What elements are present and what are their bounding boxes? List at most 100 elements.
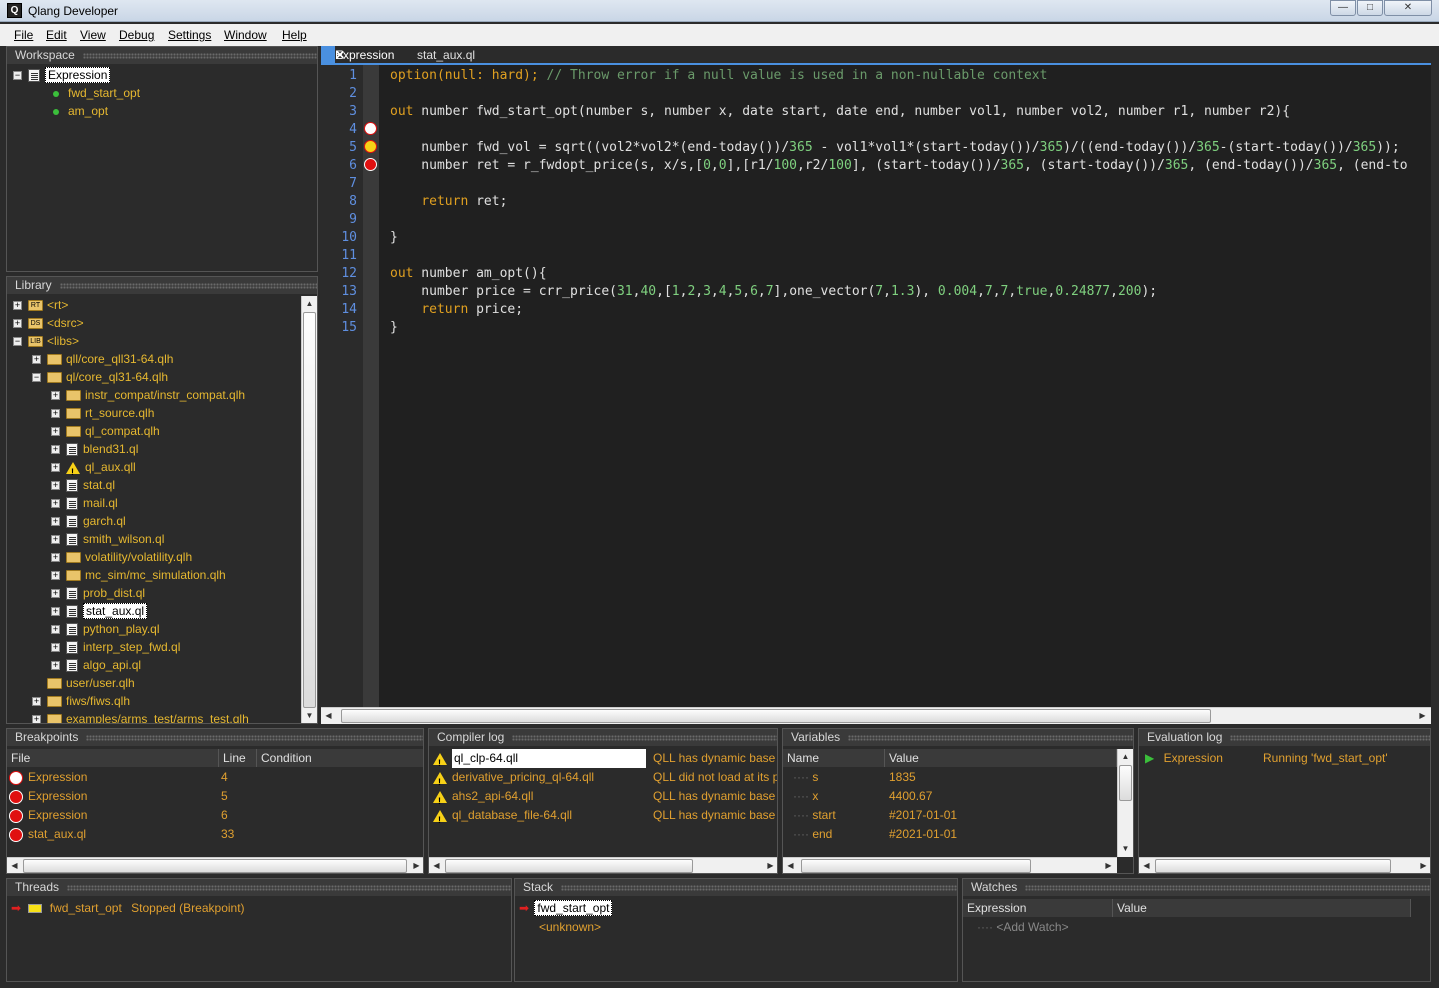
col-watch-value[interactable]: Value [1113,899,1411,917]
expand-icon[interactable]: + [51,625,60,635]
collapse-icon[interactable]: − [13,71,22,81]
library-item[interactable]: + examples/arms_test/arms_test.qlh [32,710,249,723]
scroll-left-icon[interactable]: ◀ [783,858,798,873]
library-item[interactable]: + DS <dsrc> [13,314,84,332]
library-item[interactable]: + volatility/volatility.qlh [51,548,192,566]
scroll-right-icon[interactable]: ▶ [409,858,423,873]
expand-icon[interactable]: + [51,553,60,563]
menu-debug[interactable]: Debug [119,28,154,42]
scroll-right-icon[interactable]: ▶ [763,858,777,873]
thread-row[interactable]: ➡ fwd_start_opt Stopped (Breakpoint) [11,899,245,918]
library-item[interactable]: + fiws/fiws.qlh [32,692,130,710]
library-item[interactable]: + stat_aux.ql [51,602,148,620]
breakpoint-row[interactable]: stat_aux.ql [9,825,86,844]
expand-icon[interactable]: + [51,589,60,599]
expand-icon[interactable]: + [51,481,60,491]
scroll-left-icon[interactable]: ◀ [7,858,22,873]
col-expression[interactable]: Expression [963,899,1113,917]
expand-icon[interactable]: + [51,571,60,581]
library-item[interactable]: + garch.ql [51,512,126,530]
workspace-item-fwd-start-opt[interactable]: fwd_start_opt [53,84,140,102]
expand-icon[interactable]: + [13,301,22,311]
scroll-thumb[interactable] [23,859,407,873]
library-item[interactable]: + rt_source.qlh [51,404,154,422]
library-item[interactable]: + python_play.ql [51,620,160,638]
library-item[interactable]: + qll/core_qll31-64.qlh [32,350,173,368]
menu-settings[interactable]: Settings [168,28,211,42]
breakpoints-hscrollbar[interactable]: ◀ ▶ [7,857,423,873]
menu-help[interactable]: Help [282,28,307,42]
menu-file[interactable]: File [14,28,33,42]
compiler-log-row[interactable]: ahs2_api-64.qll [433,787,533,811]
col-file[interactable]: File [7,749,219,767]
library-scrollbar[interactable]: ▲ ▼ [301,296,317,723]
tab-expression[interactable]: Expression ✕ [321,46,394,64]
scroll-left-icon[interactable]: ◀ [429,858,444,873]
compiler-log-row[interactable]: ql_clp-64.qll [433,749,646,773]
scroll-down-icon[interactable]: ▼ [1118,841,1133,856]
workspace-root[interactable]: − Expression [13,66,111,84]
library-item[interactable]: + ql_aux.qll [51,458,136,481]
library-item[interactable]: + interp_step_fwd.ql [51,638,180,656]
scroll-thumb[interactable] [1155,859,1391,873]
expand-icon[interactable]: + [51,409,60,419]
library-item[interactable]: + prob_dist.ql [51,584,145,602]
breakpoint-margin[interactable] [363,65,379,707]
stack-frame-1[interactable]: <unknown> [539,918,601,937]
scroll-left-icon[interactable]: ◀ [321,708,336,723]
expand-icon[interactable]: + [51,427,60,437]
compiler-log-row[interactable]: ql_database_file-64.qll [433,806,572,830]
library-item[interactable]: − LIB <libs> [13,332,79,350]
expand-icon[interactable]: + [51,445,60,455]
expand-icon[interactable]: + [51,535,60,545]
close-window-button[interactable]: ✕ [1384,0,1432,16]
expand-icon[interactable]: + [51,517,60,527]
minimize-button[interactable]: — [1330,0,1356,16]
scroll-thumb[interactable] [341,709,1211,723]
variable-row[interactable]: ···· s [793,768,818,787]
library-item[interactable]: + instr_compat/instr_compat.qlh [51,386,245,404]
library-item[interactable]: + algo_api.ql [51,656,141,674]
tab-close-icon[interactable]: ✕ [328,46,352,64]
menu-view[interactable]: View [80,28,106,42]
library-item[interactable]: + mc_sim/mc_simulation.qlh [51,566,226,584]
collapse-icon[interactable]: − [32,373,41,383]
breakpoint-row[interactable]: Expression [9,787,87,806]
expand-icon[interactable]: + [32,355,41,365]
code-editor[interactable]: 1 2 3 4 5 6 7 8 9 10 11 12 13 14 15 option(null: hard)… [321,65,1431,707]
compiler-log-row[interactable]: derivative_pricing_ql-64.qll [433,768,594,792]
scroll-up-icon[interactable]: ▲ [302,296,317,311]
tab-stat-aux[interactable]: stat_aux.ql [403,46,475,64]
menu-window[interactable]: Window [224,28,267,42]
scroll-thumb[interactable] [1119,765,1132,801]
scroll-down-icon[interactable]: ▼ [302,708,317,723]
compiler-log-hscrollbar[interactable]: ◀ ▶ [429,857,777,873]
add-watch-item[interactable]: ···· <Add Watch> [977,918,1069,937]
scroll-left-icon[interactable]: ◀ [1139,858,1154,873]
expand-icon[interactable]: + [13,319,22,329]
library-item[interactable]: − ql/core_ql31-64.qlh [32,368,168,386]
editor-hscrollbar[interactable]: ◀ ▶ [321,707,1431,724]
variables-vscrollbar[interactable]: ▲ ▼ [1117,749,1133,857]
expand-icon[interactable]: + [51,643,60,653]
expand-icon[interactable]: + [51,661,60,671]
expand-icon[interactable]: + [51,391,60,401]
scroll-thumb[interactable] [445,859,693,873]
breakpoint-row[interactable]: Expression [9,806,87,825]
library-item[interactable]: + blend31.ql [51,440,138,458]
library-item[interactable]: user/user.qlh [32,674,135,692]
col-condition[interactable]: Condition [257,749,423,767]
library-item[interactable]: + stat.ql [51,476,115,494]
current-line-breakpoint-icon[interactable] [364,140,377,153]
scroll-right-icon[interactable]: ▶ [1415,708,1430,723]
library-item[interactable]: + mail.ql [51,494,118,512]
stack-frame-0[interactable]: ➡ fwd_start_opt [519,899,613,918]
evaluation-row[interactable]: ▶ Expression [1145,749,1223,768]
col-name[interactable]: Name [783,749,885,767]
evaluation-hscrollbar[interactable]: ◀ ▶ [1139,857,1430,873]
expand-icon[interactable]: + [32,715,41,723]
scroll-thumb[interactable] [801,859,1031,873]
variables-hscrollbar[interactable]: ◀ ▶ [783,857,1117,873]
col-value[interactable]: Value [885,749,1117,767]
library-item[interactable]: + ql_compat.qlh [51,422,160,440]
